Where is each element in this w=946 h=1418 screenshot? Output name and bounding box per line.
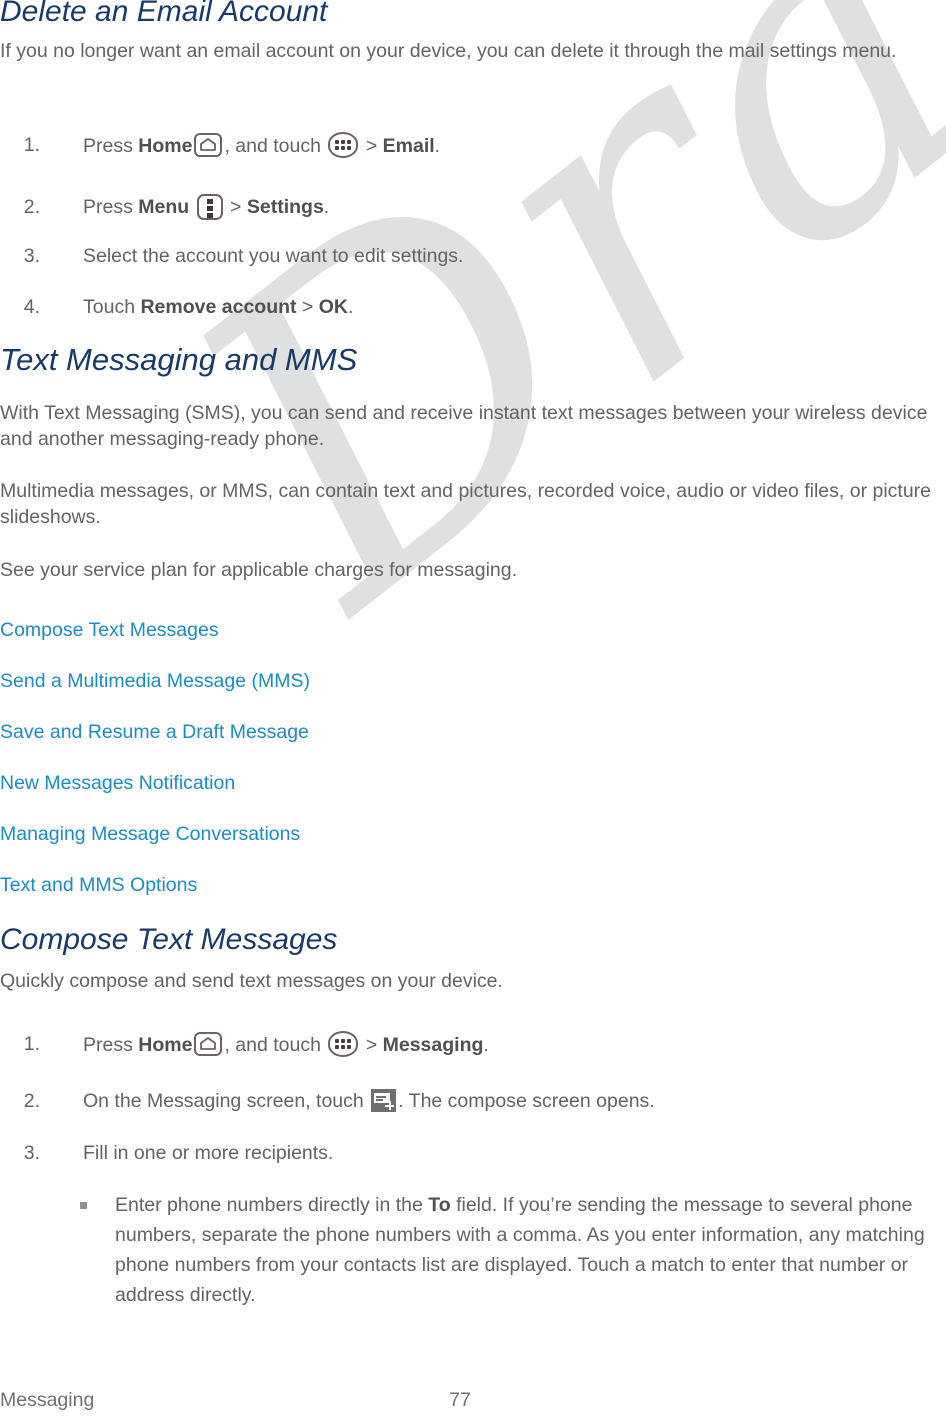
- list-item-step: 1. Press Home , and touch > Messaging.: [0, 1031, 900, 1058]
- step-bold-menu: Menu: [138, 196, 190, 218]
- list-item-text: Press Home , and touch > Email.: [83, 132, 900, 159]
- step-bold-email: Email: [382, 135, 435, 157]
- list-number: 1.: [23, 134, 40, 156]
- step-bold-home: Home: [138, 135, 193, 157]
- list-item-text: On the Messaging screen, touch . The com…: [83, 1088, 900, 1114]
- paragraph-service-plan: See your service plan for applicable cha…: [0, 559, 518, 581]
- home-icon: [194, 1032, 223, 1056]
- list-item-step: 4. Touch Remove account > OK.: [0, 294, 900, 320]
- paragraph-mms-intro: Multimedia messages, or MMS, can contain…: [0, 480, 932, 528]
- document-page: Delete an Email Account If you no longer…: [0, 0, 946, 1418]
- square-bullet-icon: [80, 1202, 87, 1209]
- paragraph-compose-intro: Quickly compose and send text messages o…: [0, 970, 503, 992]
- step-separator: >: [365, 135, 378, 157]
- step-pre-text: Press: [83, 135, 133, 157]
- apps-drawer-icon: [328, 132, 359, 158]
- list-number: 3.: [23, 1142, 40, 1164]
- step-mid-text: , and touch: [224, 135, 321, 157]
- list-item-step: 1. Press Home , and touch > Email.: [0, 132, 900, 159]
- step-bold-ok: OK: [318, 296, 349, 318]
- step-post-text: .: [434, 135, 441, 157]
- step-post-text: . The compose screen opens.: [398, 1090, 655, 1112]
- list-item-text: Fill in one or more recipients.: [83, 1142, 334, 1164]
- list-item-text: Select the account you want to edit sett…: [83, 245, 464, 267]
- list-number: 3.: [23, 245, 40, 267]
- link-managing-message-conversations[interactable]: Managing Message Conversations: [0, 821, 300, 847]
- step-pre-text: Press: [83, 196, 133, 218]
- link-text-and-mms-options[interactable]: Text and MMS Options: [0, 872, 197, 898]
- step-bold-settings: Settings: [246, 196, 324, 218]
- compose-message-icon: [371, 1089, 397, 1112]
- step-pre-text: Touch: [83, 296, 136, 318]
- list-item-step: 3. Select the account you want to edit s…: [0, 243, 900, 269]
- list-item-text: Press Menu > Settings.: [83, 194, 900, 220]
- step-post-text: .: [323, 196, 330, 218]
- footer-page-number: 77: [449, 1389, 471, 1411]
- apps-dots: [335, 1039, 352, 1049]
- list-number: 2.: [23, 1090, 40, 1112]
- list-item-step: 3. Fill in one or more recipients.: [0, 1140, 900, 1166]
- list-number: 1.: [23, 1033, 40, 1055]
- step-pre-text: On the Messaging screen, touch: [83, 1090, 364, 1112]
- bullet-item-text: Enter phone numbers directly in the To f…: [115, 1190, 946, 1310]
- link-send-a-multimedia-message[interactable]: Send a Multimedia Message (MMS): [0, 668, 310, 694]
- step-pre-text: Press: [83, 1034, 133, 1056]
- step-mid-text: , and touch: [224, 1034, 321, 1056]
- list-number: 4.: [23, 296, 40, 318]
- list-item-step: 2. Press Menu > Settings.: [0, 194, 900, 220]
- list-number: 2.: [23, 196, 40, 218]
- home-icon: [194, 133, 223, 157]
- bullet-pre-text: Enter phone numbers directly in the: [115, 1194, 423, 1216]
- step-bold-remove-account: Remove account: [140, 296, 297, 318]
- heading-text-messaging-and-mms: Text Messaging and MMS: [0, 342, 358, 377]
- menu-icon: [196, 194, 223, 220]
- link-new-messages-notification[interactable]: New Messages Notification: [0, 770, 235, 796]
- list-item-text: Press Home , and touch > Messaging.: [83, 1031, 900, 1058]
- step-separator: >: [301, 296, 314, 318]
- step-post-text: .: [483, 1034, 489, 1056]
- heading-delete-an-email-account: Delete an Email Account: [0, 0, 328, 28]
- plus-shape: [385, 1101, 395, 1110]
- menu-dots: [206, 199, 213, 218]
- paragraph-sms-intro: With Text Messaging (SMS), you can send …: [0, 402, 928, 450]
- step-bold-home: Home: [138, 1034, 193, 1056]
- apps-dots: [335, 140, 352, 150]
- apps-drawer-icon: [328, 1031, 359, 1057]
- paragraph-delete-email-intro: If you no longer want an email account o…: [0, 40, 897, 62]
- heading-compose-text-messages: Compose Text Messages: [0, 923, 338, 956]
- step-separator: >: [230, 196, 242, 218]
- bullet-bold-to: To: [428, 1194, 451, 1216]
- step-separator: >: [365, 1034, 378, 1056]
- list-item-text: Touch Remove account > OK.: [83, 294, 900, 320]
- list-item-step: 2. On the Messaging screen, touch . The …: [0, 1088, 900, 1114]
- link-compose-text-messages[interactable]: Compose Text Messages: [0, 617, 219, 643]
- link-save-and-resume-a-draft-message[interactable]: Save and Resume a Draft Message: [0, 719, 309, 745]
- step-bold-messaging: Messaging: [382, 1034, 484, 1056]
- step-post-text: .: [348, 296, 354, 318]
- bullet-list-item: Enter phone numbers directly in the To f…: [80, 1190, 946, 1310]
